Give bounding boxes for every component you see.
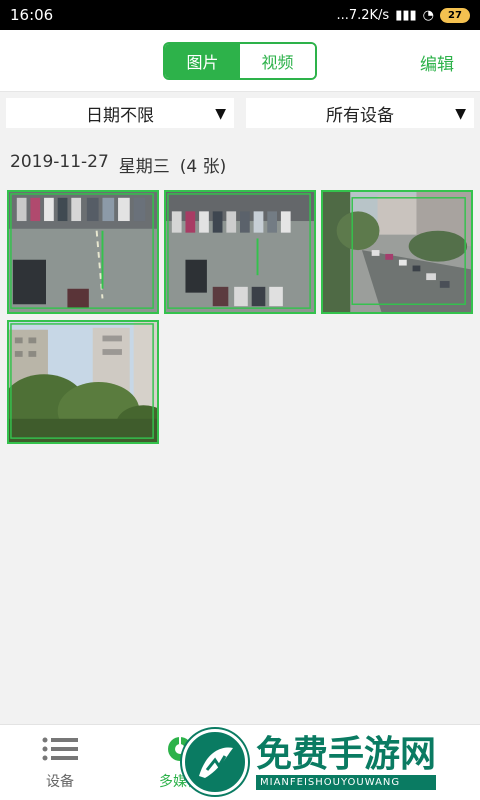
- section-weekday: 星期三: [118, 157, 170, 177]
- status-bar: 16:06 ...7.2K/s ▮▮▮ ◔ 27: [0, 0, 480, 30]
- photo-thumbnail[interactable]: [7, 190, 159, 314]
- media-type-toggle: 图片 视频: [163, 42, 317, 80]
- battery-icon: 27: [440, 7, 470, 23]
- signal-icon: ▮▮▮: [395, 7, 417, 23]
- list-icon: [42, 735, 78, 763]
- edit-button[interactable]: 编辑: [420, 50, 454, 75]
- tab-videos[interactable]: 视频: [240, 44, 315, 78]
- status-time: 16:06: [10, 6, 54, 24]
- network-speed: ...7.2K/s: [336, 7, 390, 23]
- watermark-text: 免费手游网 MIANFEISHOUYOUWANG: [256, 733, 437, 790]
- date-section-header: 2019-11-27 星期三 (4 张): [10, 152, 226, 177]
- watermark: 免费手游网 MIANFEISHOUYOUWANG: [182, 724, 480, 800]
- top-bar: 图片 视频 编辑: [0, 30, 480, 92]
- photo-thumbnail[interactable]: [7, 320, 159, 444]
- nav-label-devices: 设备: [46, 773, 74, 790]
- watermark-logo-icon: [182, 729, 248, 795]
- device-filter-label: 所有设备: [326, 105, 394, 126]
- section-count: (4 张): [179, 157, 227, 177]
- caret-down-icon: ▼: [455, 106, 466, 122]
- status-icons: ...7.2K/s ▮▮▮ ◔ 27: [336, 7, 470, 23]
- buildings-trees-photo: [9, 322, 157, 442]
- photo-thumbnail[interactable]: [321, 190, 473, 314]
- tab-photos[interactable]: 图片: [165, 44, 240, 78]
- wifi-icon: ◔: [422, 7, 434, 23]
- parking-lot-photo: [9, 192, 157, 312]
- watermark-title: 免费手游网: [256, 733, 437, 775]
- date-filter-dropdown[interactable]: 日期不限 ▼: [6, 98, 234, 128]
- watermark-subtitle: MIANFEISHOUYOUWANG: [256, 774, 437, 790]
- photo-thumbnail[interactable]: [164, 190, 316, 314]
- street-buildings-photo: [323, 192, 471, 312]
- parking-lot-photo: [166, 192, 314, 312]
- caret-down-icon: ▼: [215, 106, 226, 122]
- section-date: 2019-11-27: [10, 152, 109, 172]
- device-filter-dropdown[interactable]: 所有设备 ▼: [246, 98, 474, 128]
- date-filter-label: 日期不限: [86, 105, 154, 126]
- nav-item-devices[interactable]: 设备: [0, 725, 120, 800]
- filter-bar: 日期不限 ▼ 所有设备 ▼: [0, 92, 480, 134]
